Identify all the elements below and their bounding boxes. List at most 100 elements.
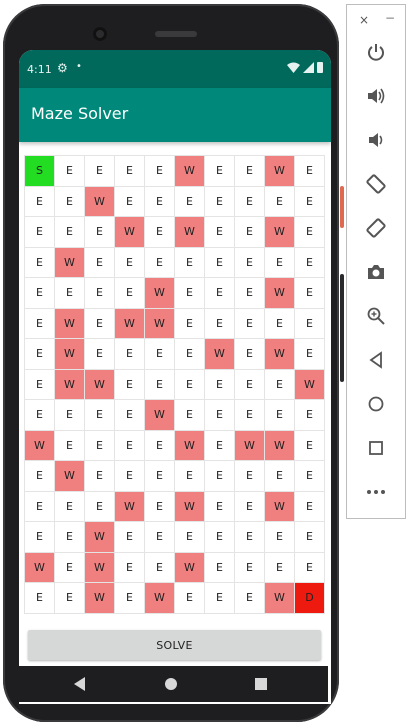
wall-cell[interactable]: W [265,583,295,614]
empty-cell[interactable]: E [205,156,235,187]
empty-cell[interactable]: E [55,522,85,553]
wall-cell[interactable]: W [235,430,265,461]
close-icon[interactable]: × [359,13,369,27]
empty-cell[interactable]: E [25,583,55,614]
wall-cell[interactable]: W [265,339,295,370]
wall-cell[interactable]: W [85,522,115,553]
empty-cell[interactable]: E [55,552,85,583]
empty-cell[interactable]: E [25,308,55,339]
empty-cell[interactable]: E [145,552,175,583]
empty-cell[interactable]: E [235,278,265,309]
empty-cell[interactable]: E [295,400,325,431]
empty-cell[interactable]: E [55,491,85,522]
empty-cell[interactable]: E [175,369,205,400]
empty-cell[interactable]: E [265,247,295,278]
empty-cell[interactable]: E [295,217,325,248]
overview-icon[interactable] [359,431,393,465]
empty-cell[interactable]: E [145,369,175,400]
empty-cell[interactable]: E [235,186,265,217]
empty-cell[interactable]: E [145,430,175,461]
empty-cell[interactable]: E [115,430,145,461]
home-icon[interactable] [359,387,393,421]
camera-icon[interactable] [359,255,393,289]
empty-cell[interactable]: E [175,522,205,553]
wall-cell[interactable]: W [175,217,205,248]
empty-cell[interactable]: E [85,339,115,370]
empty-cell[interactable]: E [265,369,295,400]
wall-cell[interactable]: W [85,583,115,614]
empty-cell[interactable]: E [205,400,235,431]
empty-cell[interactable]: E [115,156,145,187]
empty-cell[interactable]: E [85,156,115,187]
empty-cell[interactable]: E [205,522,235,553]
empty-cell[interactable]: E [145,461,175,492]
empty-cell[interactable]: E [295,552,325,583]
empty-cell[interactable]: E [265,461,295,492]
empty-cell[interactable]: E [295,278,325,309]
empty-cell[interactable]: E [235,491,265,522]
empty-cell[interactable]: E [145,186,175,217]
empty-cell[interactable]: E [115,369,145,400]
empty-cell[interactable]: E [85,400,115,431]
empty-cell[interactable]: E [265,308,295,339]
wall-cell[interactable]: W [25,552,55,583]
empty-cell[interactable]: E [295,491,325,522]
empty-cell[interactable]: E [205,552,235,583]
empty-cell[interactable]: E [235,247,265,278]
wall-cell[interactable]: W [55,369,85,400]
wall-cell[interactable]: W [25,430,55,461]
empty-cell[interactable]: E [175,461,205,492]
wall-cell[interactable]: W [265,217,295,248]
solve-button[interactable]: SOLVE [28,630,321,660]
power-icon[interactable] [359,35,393,69]
empty-cell[interactable]: E [295,156,325,187]
empty-cell[interactable]: E [295,430,325,461]
empty-cell[interactable]: E [175,186,205,217]
wall-cell[interactable]: W [55,339,85,370]
empty-cell[interactable]: E [85,217,115,248]
empty-cell[interactable]: E [205,583,235,614]
empty-cell[interactable]: E [55,400,85,431]
empty-cell[interactable]: E [115,583,145,614]
empty-cell[interactable]: E [55,186,85,217]
empty-cell[interactable]: E [115,247,145,278]
empty-cell[interactable]: E [25,247,55,278]
wall-cell[interactable]: W [175,491,205,522]
empty-cell[interactable]: E [235,522,265,553]
empty-cell[interactable]: E [175,308,205,339]
empty-cell[interactable]: E [235,583,265,614]
empty-cell[interactable]: E [205,491,235,522]
wall-cell[interactable]: W [145,278,175,309]
empty-cell[interactable]: E [265,400,295,431]
empty-cell[interactable]: E [115,278,145,309]
empty-cell[interactable]: E [235,308,265,339]
empty-cell[interactable]: E [85,491,115,522]
empty-cell[interactable]: E [295,339,325,370]
start-cell[interactable]: S [25,156,55,187]
nav-recents-icon[interactable] [255,678,267,690]
empty-cell[interactable]: E [235,461,265,492]
empty-cell[interactable]: E [235,217,265,248]
empty-cell[interactable]: E [55,430,85,461]
rotate-left-icon[interactable] [359,167,393,201]
volume-up-icon[interactable] [359,79,393,113]
wall-cell[interactable]: W [85,369,115,400]
wall-cell[interactable]: W [265,491,295,522]
empty-cell[interactable]: E [25,186,55,217]
empty-cell[interactable]: E [265,552,295,583]
empty-cell[interactable]: E [235,552,265,583]
empty-cell[interactable]: E [25,217,55,248]
empty-cell[interactable]: E [115,400,145,431]
empty-cell[interactable]: E [25,369,55,400]
rotate-right-icon[interactable] [359,211,393,245]
wall-cell[interactable]: W [55,461,85,492]
empty-cell[interactable]: E [115,186,145,217]
empty-cell[interactable]: E [295,186,325,217]
wall-cell[interactable]: W [265,278,295,309]
empty-cell[interactable]: E [25,400,55,431]
empty-cell[interactable]: E [25,339,55,370]
empty-cell[interactable]: E [55,583,85,614]
nav-home-icon[interactable] [165,678,177,690]
empty-cell[interactable]: E [235,339,265,370]
wall-cell[interactable]: W [145,400,175,431]
